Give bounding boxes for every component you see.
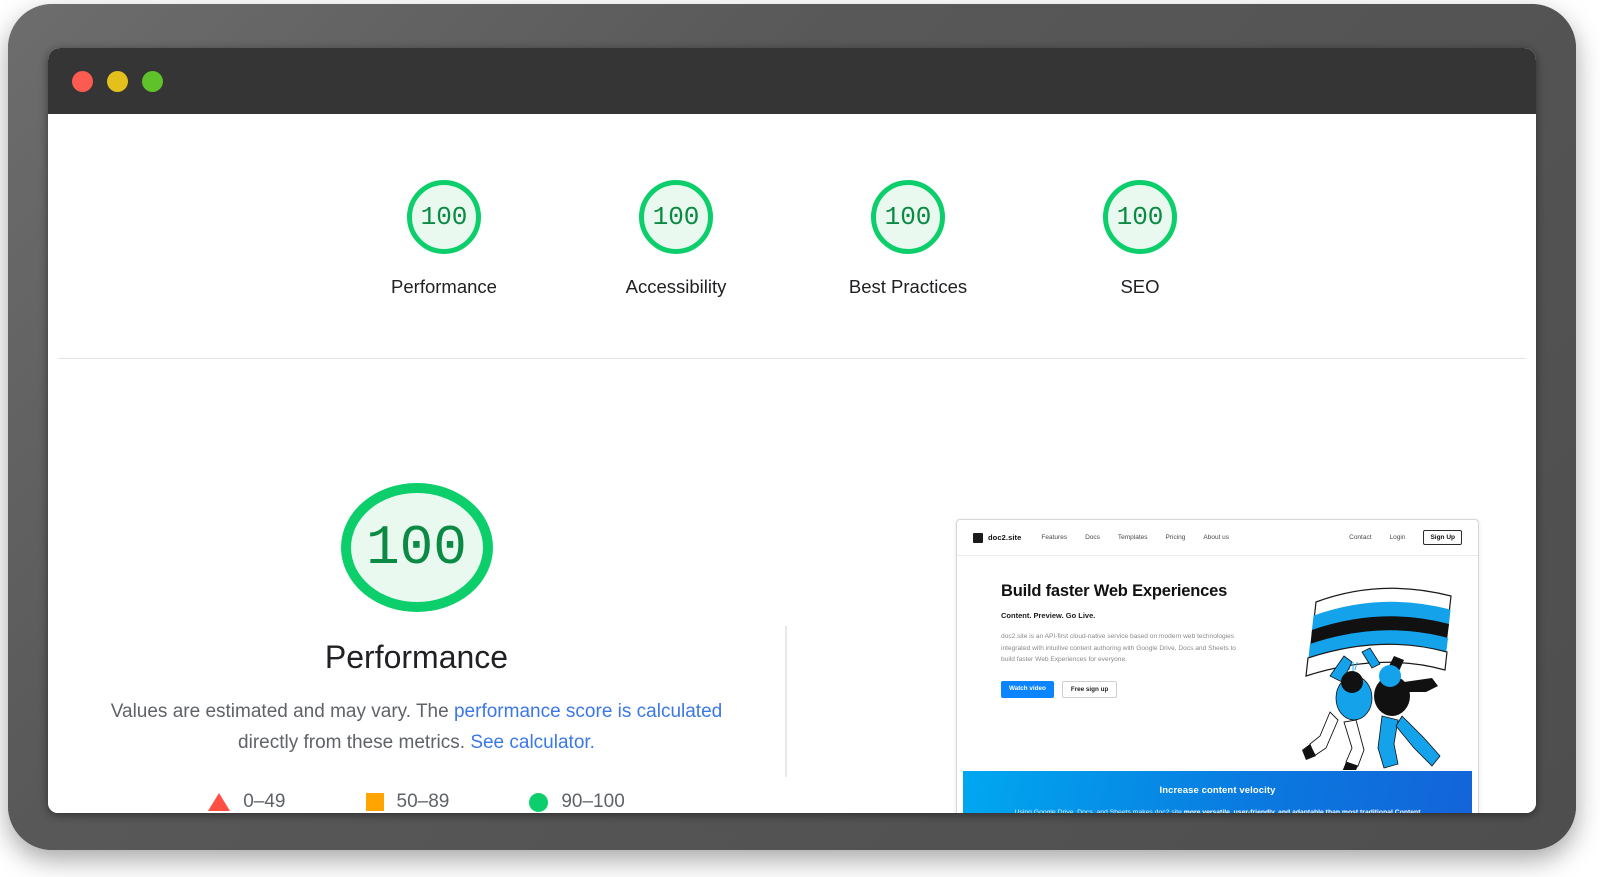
brand-name: doc2.site [988, 533, 1022, 542]
preview-panel: doc2.site Features Docs Templates Pricin… [785, 359, 1536, 813]
browser-window: 100 Performance 100 Accessibility 100 Be… [48, 48, 1536, 813]
score-ring: 100 [1103, 180, 1177, 254]
band-title: Increase content velocity [1159, 785, 1276, 796]
desc-text-2: directly from these metrics. [238, 732, 471, 753]
summary-gauge-seo[interactable]: 100 SEO [1065, 180, 1215, 298]
legend-label: 50–89 [396, 791, 450, 812]
performance-score-link[interactable]: performance score is calculated [454, 701, 722, 722]
band-p1-normal: Using Google Drive, Docs, and Sheets mak… [1014, 809, 1184, 813]
preview-signup-button[interactable]: Sign Up [1423, 530, 1462, 545]
preview-promo-band: Increase content velocity Using Google D… [963, 771, 1472, 813]
people-holding-cards-illustration: J /|/ [1302, 587, 1452, 770]
desc-text-1: Values are estimated and may vary. The [110, 701, 454, 722]
score-label: Performance [391, 276, 497, 297]
score-summary-row: 100 Performance 100 Accessibility 100 Be… [48, 114, 1536, 358]
summary-gauge-performance[interactable]: 100 Performance [369, 180, 519, 298]
watch-video-button[interactable]: Watch video [1001, 680, 1054, 698]
close-button[interactable] [72, 70, 93, 92]
preview-nav-docs[interactable]: Docs [1085, 534, 1100, 541]
preview-nav-login[interactable]: Login [1390, 534, 1406, 541]
summary-gauge-best-practices[interactable]: 100 Best Practices [833, 180, 983, 298]
site-screenshot-preview[interactable]: doc2.site Features Docs Templates Pricin… [956, 519, 1479, 813]
preview-brand: doc2.site [973, 532, 1022, 543]
legend-label: 0–49 [243, 791, 286, 812]
preview-nav-contact[interactable]: Contact [1349, 534, 1371, 541]
preview-navbar: doc2.site Features Docs Templates Pricin… [957, 520, 1478, 556]
maximize-button[interactable] [142, 70, 163, 92]
score-ring: 100 [871, 180, 945, 254]
band-p1-bold: more versatile, user-friendly, and adapt… [1183, 809, 1421, 813]
detail-area: 100 Performance Values are estimated and… [48, 359, 1536, 813]
see-calculator-link[interactable]: See calculator. [470, 732, 595, 753]
legend-label: 90–100 [561, 791, 625, 812]
circle-icon [529, 792, 549, 812]
score-label: Accessibility [625, 276, 727, 297]
legend-item-good: 90–100 [529, 791, 625, 813]
performance-score-ring: 100 [340, 483, 493, 612]
preview-navbar-right: Contact Login Sign Up [1349, 530, 1462, 545]
preview-hero: Build faster Web Experiences Content. Pr… [957, 556, 1478, 771]
score-ring: 100 [407, 180, 481, 254]
score-legend: 0–49 50–89 90–100 [208, 791, 625, 813]
square-icon [365, 793, 384, 811]
page-content: 100 Performance 100 Accessibility 100 Be… [48, 114, 1536, 813]
summary-gauge-accessibility[interactable]: 100 Accessibility [601, 180, 751, 298]
legend-item-average: 50–89 [365, 791, 450, 813]
preview-nav-pricing[interactable]: Pricing [1166, 534, 1186, 541]
performance-description: Values are estimated and may vary. The p… [97, 696, 737, 758]
legend-item-poor: 0–49 [208, 791, 286, 813]
score-label: SEO [1120, 276, 1160, 297]
band-paragraph-1: Using Google Drive, Docs, and Sheets mak… [1003, 807, 1432, 813]
window-titlebar [48, 48, 1536, 114]
score-ring: 100 [639, 180, 713, 254]
score-label: Best Practices [848, 276, 968, 297]
preview-nav-about[interactable]: About us [1203, 534, 1229, 541]
logo-icon [973, 532, 983, 543]
preview-nav-features[interactable]: Features [1041, 534, 1067, 541]
performance-detail-panel: 100 Performance Values are estimated and… [48, 359, 785, 813]
page-title: Performance [324, 639, 509, 675]
preview-nav-templates[interactable]: Templates [1118, 534, 1148, 541]
triangle-icon [208, 793, 231, 811]
hero-body-text: doc2.site is an API-first cloud-native s… [1001, 633, 1236, 663]
free-signup-button[interactable]: Free sign up [1061, 680, 1118, 698]
minimize-button[interactable] [107, 70, 128, 92]
